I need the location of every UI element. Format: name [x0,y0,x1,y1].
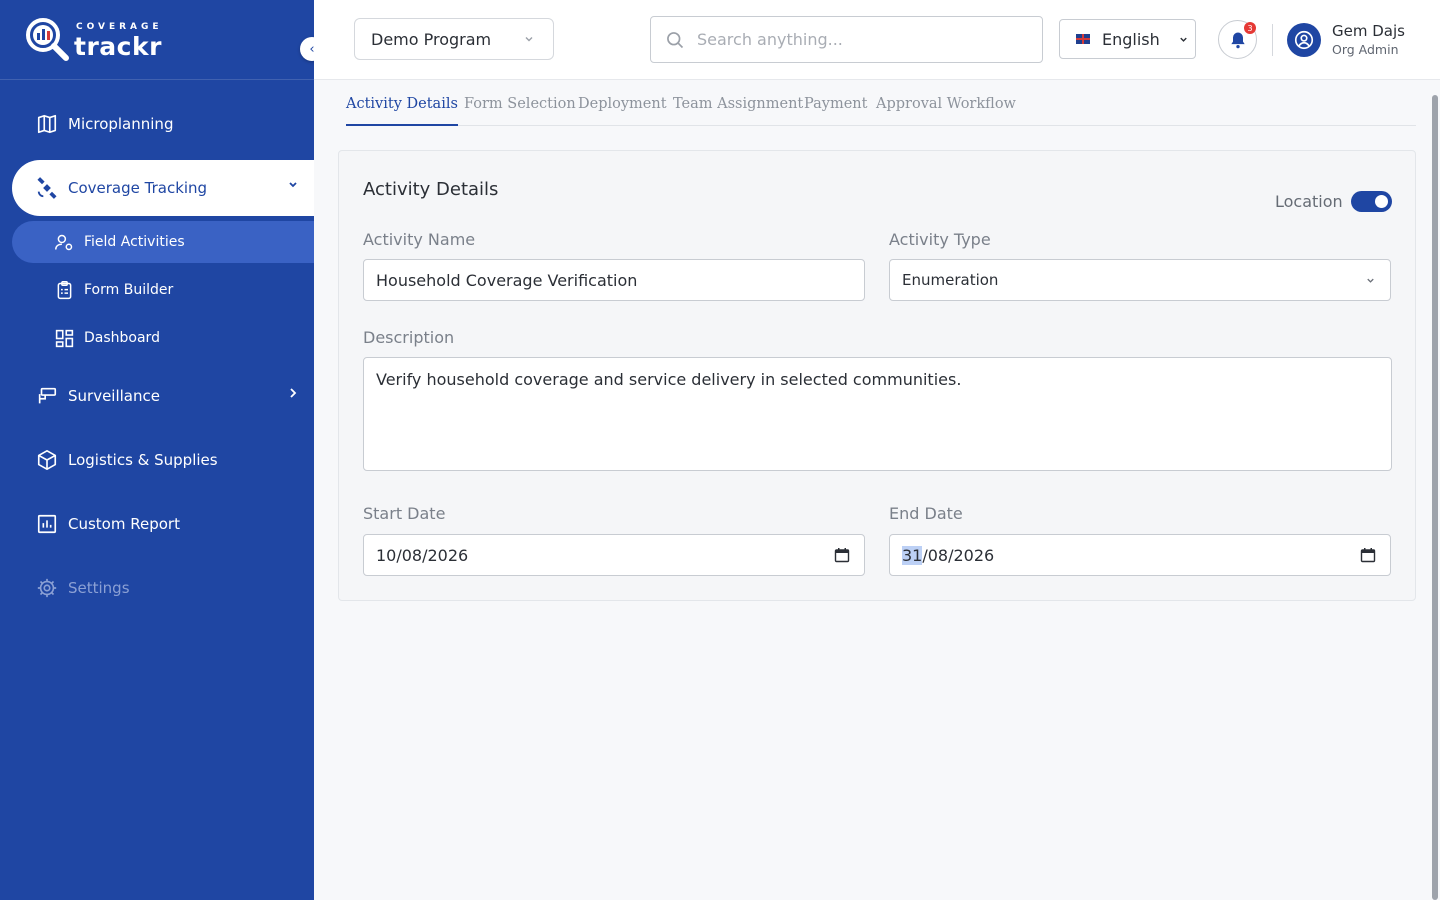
sidebar: COVERAGE trackr ‹ Microplanning Coverage… [0,0,324,900]
location-toggle[interactable] [1351,191,1392,212]
sidebar-item-coverage-tracking[interactable]: Coverage Tracking [12,160,314,216]
chevron-down-icon [1367,278,1374,283]
sidebar-item-settings[interactable]: Settings [12,560,314,616]
user-role: Org Admin [1332,42,1399,57]
end-date-month-year: /08/2026 [922,545,995,565]
tab-form-selection[interactable]: Form Selection [464,96,576,126]
activity-name-value: Household Coverage Verification [376,270,638,290]
chevron-down-icon [1180,37,1187,42]
chevron-down-icon [525,37,533,42]
app-logo[interactable]: COVERAGE trackr [24,14,164,64]
sidebar-subitem-dashboard[interactable]: Dashboard [12,317,314,359]
sidebar-subitem-label: Field Activities [84,234,185,250]
calendar-icon[interactable] [1360,547,1376,563]
end-date-label: End Date [889,504,963,523]
activity-name-label: Activity Name [363,230,476,249]
dashboard-icon [55,329,74,347]
bar-chart-icon [37,514,57,534]
description-textarea[interactable]: Verify household coverage and service de… [363,357,1392,471]
location-toggle-label: Location [1275,192,1343,211]
satellite-icon [37,177,57,199]
end-date-input[interactable]: 31/08/2026 [889,534,1391,576]
user-name[interactable]: Gem Dajs [1332,22,1405,40]
language-select[interactable]: English [1059,19,1196,59]
end-date-value: 31/08/2026 [902,545,995,565]
activity-name-input[interactable]: Household Coverage Verification [363,259,865,301]
sidebar-subitem-label: Form Builder [84,282,174,298]
sidebar-item-microplanning[interactable]: Microplanning [12,96,314,152]
start-date-input[interactable]: 10/08/2026 [363,534,865,576]
cctv-camera-icon [38,387,57,404]
program-select-value: Demo Program [371,29,492,49]
tab-activity-details[interactable]: Activity Details [346,96,458,126]
chevron-right-icon [290,388,297,398]
sidebar-divider [0,79,314,80]
sidebar-item-surveillance[interactable]: Surveillance [12,368,314,424]
uk-flag-icon [1076,34,1090,44]
user-avatar[interactable] [1287,23,1321,57]
sidebar-subitem-label: Dashboard [84,330,160,346]
sidebar-item-label: Custom Report [68,515,180,533]
sidebar-item-logistics[interactable]: Logistics & Supplies [12,432,314,488]
logo-magnifier-icon [26,18,69,61]
sidebar-item-label: Logistics & Supplies [68,451,218,469]
bell-icon [1230,32,1245,48]
notifications-button[interactable]: 3 [1218,20,1257,59]
calendar-icon[interactable] [834,547,850,563]
user-circle-icon [1294,30,1314,50]
activity-type-value: Enumeration [902,271,999,289]
activity-tabs: Activity Details Form Selection Deployme… [346,92,1416,126]
sidebar-item-label: Coverage Tracking [68,179,208,197]
start-date-value: 10/08/2026 [376,545,469,565]
sidebar-item-label: Surveillance [68,387,160,405]
description-value: Verify household coverage and service de… [376,370,962,389]
sidebar-subitem-form-builder[interactable]: Form Builder [12,269,314,311]
language-value: English [1102,29,1160,49]
search-icon [667,31,684,48]
sidebar-item-label: Microplanning [68,115,174,133]
header-divider [1272,24,1273,56]
activity-type-select[interactable]: Enumeration [889,259,1391,301]
map-icon [37,114,57,134]
page-scrollbar[interactable] [1432,95,1438,900]
tab-team-assignment[interactable]: Team Assignment [673,96,803,126]
start-date-label: Start Date [363,504,446,523]
notification-badge: 3 [1244,22,1256,34]
sidebar-item-label: Settings [68,579,130,597]
top-header: Demo Program English 3 Gem Dajs Org Admi… [314,0,1440,80]
end-date-day-selected: 31 [902,545,923,565]
activity-details-card: Activity Details Location Activity Name … [338,150,1416,601]
tab-deployment[interactable]: Deployment [578,96,667,126]
search-input[interactable] [697,30,1017,49]
tab-approval-workflow[interactable]: Approval Workflow [876,96,1016,126]
tab-payment[interactable]: Payment [804,96,867,126]
logo-main-text: trackr [74,32,162,61]
gear-icon [37,578,57,598]
sidebar-subitem-field-activities[interactable]: Field Activities [12,221,314,263]
clipboard-icon [57,280,72,299]
search-box[interactable] [650,16,1043,63]
logo-top-text: COVERAGE [76,22,163,32]
chevron-down-icon [289,182,297,188]
card-title: Activity Details [363,179,499,200]
program-select[interactable]: Demo Program [354,18,554,60]
description-label: Description [363,328,455,347]
sidebar-item-custom-report[interactable]: Custom Report [12,496,314,552]
activity-type-label: Activity Type [889,230,991,249]
package-icon [37,450,57,470]
user-settings-icon [55,234,73,250]
